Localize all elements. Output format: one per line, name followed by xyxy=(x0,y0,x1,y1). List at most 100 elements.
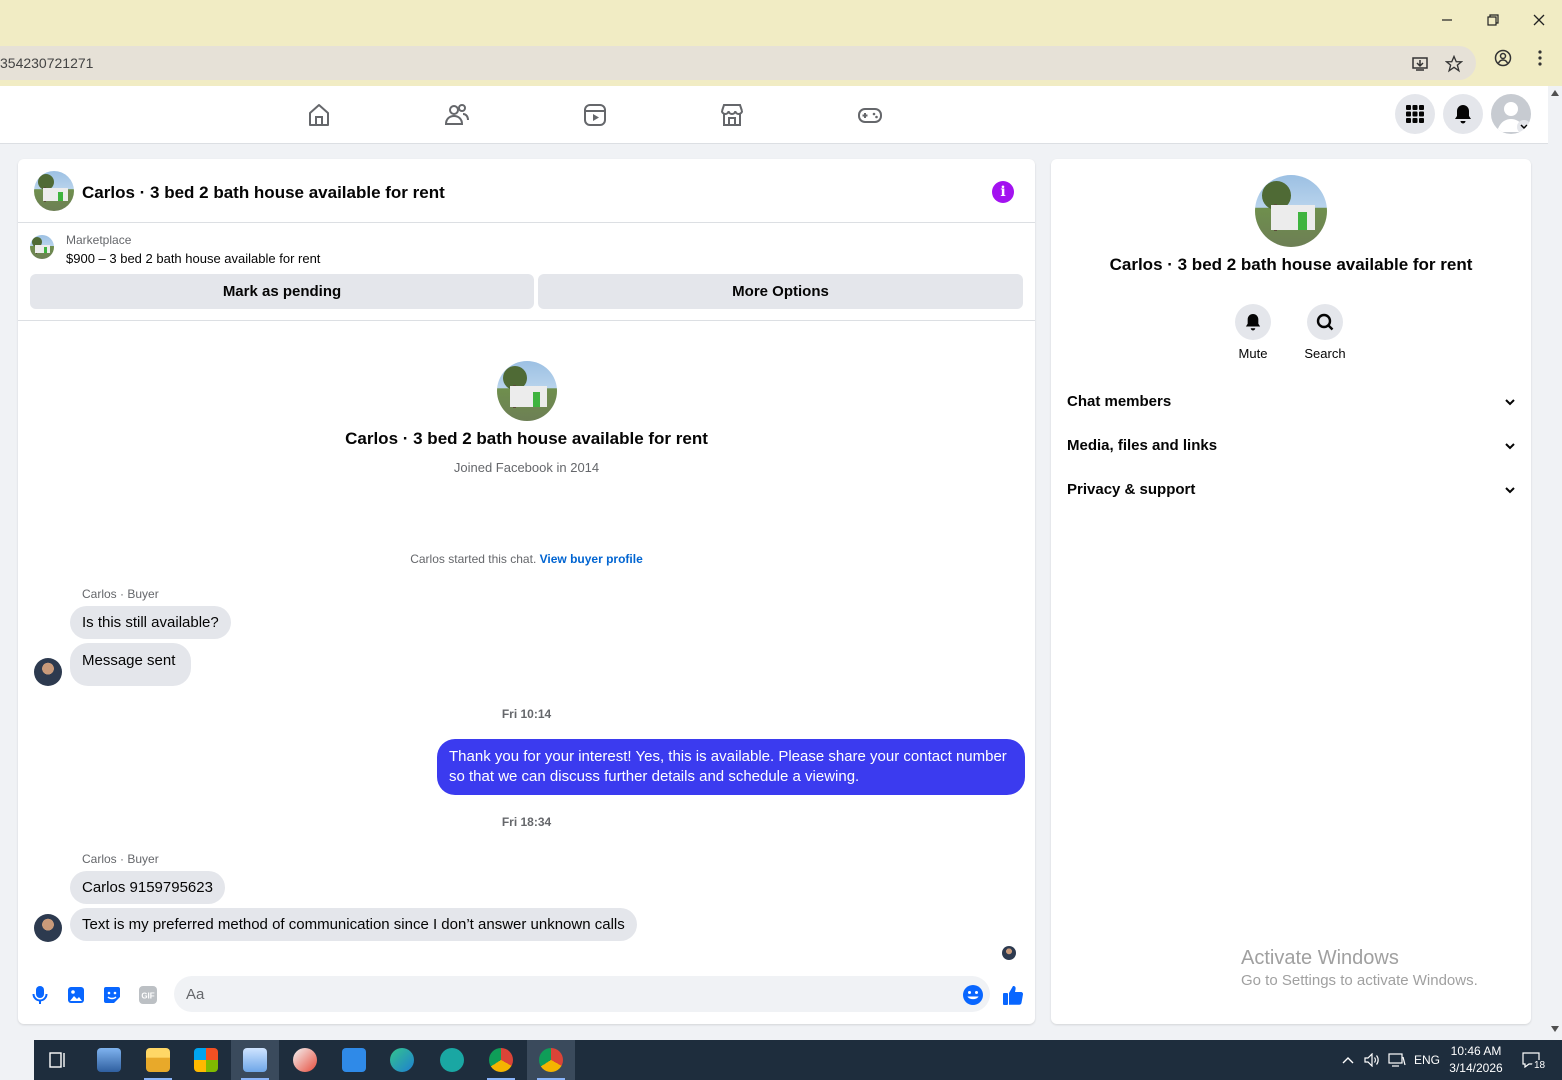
chrome-icon[interactable] xyxy=(477,1040,525,1080)
browser-titlebar xyxy=(0,0,1562,40)
message-timestamp: Fri 18:34 xyxy=(501,815,552,829)
emoji-icon[interactable] xyxy=(961,983,985,1007)
friends-icon[interactable] xyxy=(442,100,472,130)
computer-app-icon[interactable] xyxy=(85,1040,133,1080)
taskbar-left-gap xyxy=(0,1040,34,1080)
section-label: Media, files and links xyxy=(1067,436,1218,454)
microphone-icon[interactable] xyxy=(28,983,52,1007)
chat-panel: Carlos · 3 bed 2 bath house available fo… xyxy=(18,159,1035,1024)
mark-as-pending-button[interactable]: Mark as pending xyxy=(30,274,534,309)
store-icon[interactable] xyxy=(182,1040,230,1080)
facebook-top-nav xyxy=(0,86,1548,144)
message-input[interactable] xyxy=(174,976,990,1012)
sender-label: Carlos · Buyer xyxy=(82,852,159,866)
profile-name: Carlos · 3 bed 2 bath house available fo… xyxy=(345,429,708,448)
page-scrollbar[interactable] xyxy=(1548,86,1562,1040)
message-bubble[interactable]: Text is my preferred method of communica… xyxy=(70,908,637,941)
svg-text:GIF: GIF xyxy=(141,992,154,1001)
language-indicator[interactable]: ENG xyxy=(1412,1040,1442,1080)
activate-windows-subtitle: Go to Settings to activate Windows. xyxy=(1241,972,1478,989)
thumbs-up-icon[interactable] xyxy=(1001,983,1025,1007)
mail-icon[interactable] xyxy=(330,1040,378,1080)
section-chat-members[interactable]: Chat members xyxy=(1067,381,1515,421)
buyer-avatar[interactable] xyxy=(34,914,62,942)
bookmark-star-icon[interactable] xyxy=(1444,54,1464,74)
chat-started-text: Carlos started this chat. xyxy=(410,552,537,566)
mute-button[interactable]: Mute xyxy=(1223,304,1283,361)
chevron-down-icon xyxy=(1505,437,1515,454)
conversation-info-panel: Carlos · 3 bed 2 bath house available fo… xyxy=(1051,159,1531,1024)
minimize-icon[interactable] xyxy=(1424,0,1470,40)
sticker-icon[interactable] xyxy=(100,983,124,1007)
file-explorer-icon[interactable] xyxy=(134,1040,182,1080)
listing-title[interactable]: $900 – 3 bed 2 bath house available for … xyxy=(66,251,320,266)
gaming-icon[interactable] xyxy=(855,100,885,130)
sender-label: Carlos · Buyer xyxy=(82,587,159,601)
taskbar-clock[interactable]: 10:46 AM 3/14/2026 xyxy=(1444,1043,1508,1077)
video-icon[interactable] xyxy=(580,100,610,130)
notification-center-icon[interactable]: 18 xyxy=(1516,1040,1548,1080)
home-icon[interactable] xyxy=(304,100,334,130)
chevron-down-icon xyxy=(1505,481,1515,498)
chat-started-notice: Carlos started this chat. View buyer pro… xyxy=(18,552,1035,566)
section-label: Chat members xyxy=(1067,392,1172,410)
menu-grid-icon[interactable] xyxy=(1395,94,1435,134)
bell-icon xyxy=(1235,304,1271,340)
side-profile-name[interactable]: Carlos · 3 bed 2 bath house available fo… xyxy=(1051,255,1531,275)
windows-taskbar: ENG 10:46 AM 3/14/2026 18 xyxy=(0,1040,1562,1080)
outgoing-message-bubble[interactable]: Thank you for your interest! Yes, this i… xyxy=(437,739,1025,795)
account-avatar[interactable] xyxy=(1491,94,1531,134)
conversation-avatar[interactable] xyxy=(34,171,74,211)
close-icon[interactable] xyxy=(1516,0,1562,40)
listing-thumbnail[interactable] xyxy=(30,235,54,259)
profile-avatar[interactable] xyxy=(497,361,557,421)
clock-time: 10:46 AM xyxy=(1450,1044,1502,1058)
section-label: Privacy & support xyxy=(1067,480,1196,498)
browser-menu-icon[interactable] xyxy=(1530,48,1550,68)
photos-app-icon[interactable] xyxy=(231,1040,279,1080)
message-bubble[interactable]: Message sent xyxy=(70,643,192,686)
chrome-profile-icon[interactable] xyxy=(527,1040,575,1080)
message-bubble[interactable]: Is this still available? xyxy=(70,606,231,639)
chat-title[interactable]: Carlos · 3 bed 2 bath house available fo… xyxy=(82,183,445,203)
search-button[interactable]: Search xyxy=(1295,304,1355,361)
gif-icon[interactable]: GIF xyxy=(136,983,160,1007)
seen-indicator xyxy=(1002,946,1016,960)
notification-count: 18 xyxy=(1532,1060,1548,1071)
listing-label: Marketplace xyxy=(66,233,132,247)
view-buyer-profile-link[interactable]: View buyer profile xyxy=(540,552,643,566)
buyer-avatar[interactable] xyxy=(34,658,62,686)
message-bubble[interactable]: Carlos 9159795623 xyxy=(70,871,225,904)
info-icon[interactable]: i xyxy=(992,181,1014,203)
chevron-down-icon xyxy=(1517,120,1531,134)
chevron-up-icon[interactable] xyxy=(1338,1040,1358,1080)
paint-app-icon[interactable] xyxy=(281,1040,329,1080)
clock-date: 3/14/2026 xyxy=(1449,1061,1503,1075)
chat-header: Carlos · 3 bed 2 bath house available fo… xyxy=(18,159,1035,223)
url-text[interactable]: 354230721271 xyxy=(0,55,93,71)
address-bar[interactable]: 354230721271 xyxy=(0,46,1476,80)
restore-icon[interactable] xyxy=(1470,0,1516,40)
mute-label: Mute xyxy=(1238,346,1268,361)
install-app-icon[interactable] xyxy=(1410,54,1430,74)
search-label: Search xyxy=(1304,346,1346,361)
marketplace-listing-bar: Marketplace $900 – 3 bed 2 bath house av… xyxy=(18,223,1035,321)
task-view-icon[interactable] xyxy=(34,1040,82,1080)
side-profile-avatar[interactable] xyxy=(1255,175,1327,247)
volume-icon[interactable] xyxy=(1362,1040,1382,1080)
sway-app-icon[interactable] xyxy=(428,1040,476,1080)
address-bar-area: 354230721271 xyxy=(0,40,1562,86)
section-media-files-links[interactable]: Media, files and links xyxy=(1067,425,1515,465)
notifications-icon[interactable] xyxy=(1443,94,1483,134)
message-composer: GIF xyxy=(18,971,1035,1021)
chevron-down-icon xyxy=(1505,393,1515,410)
search-icon xyxy=(1307,304,1343,340)
profile-icon[interactable] xyxy=(1493,48,1513,68)
activate-windows-title: Activate Windows xyxy=(1241,947,1399,969)
photo-icon[interactable] xyxy=(64,983,88,1007)
marketplace-icon[interactable] xyxy=(717,100,747,130)
section-privacy-support[interactable]: Privacy & support xyxy=(1067,469,1515,509)
edge-icon[interactable] xyxy=(378,1040,426,1080)
more-options-button[interactable]: More Options xyxy=(538,274,1023,309)
network-icon[interactable] xyxy=(1386,1040,1408,1080)
